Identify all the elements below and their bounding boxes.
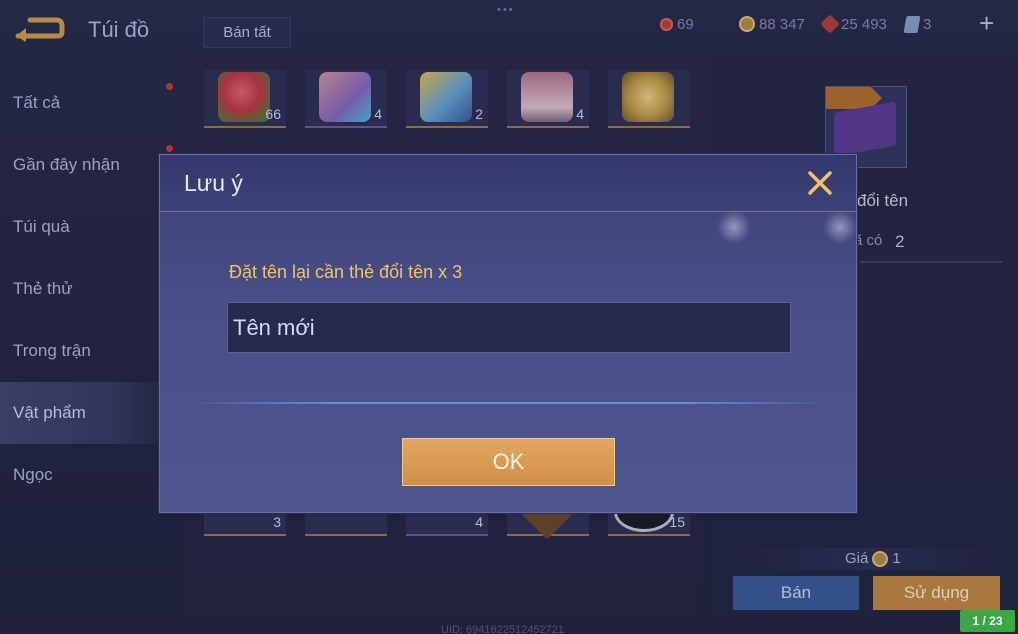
dialog-title: Lưu ý [184,170,243,196]
rename-requirement-text: Đặt tên lại cần thẻ đổi tên x 3 [229,262,463,282]
sparkle-icon [823,210,857,244]
dialog-header: Lưu ý [160,155,856,212]
ok-button[interactable]: OK [402,438,615,486]
new-name-input[interactable] [227,302,791,353]
close-icon[interactable] [806,169,834,197]
rename-dialog: Lưu ý Đặt tên lại cần thẻ đổi tên x 3 OK [159,154,857,513]
dialog-divider [202,402,815,404]
sparkle-icon [717,210,751,244]
page-counter: 1 / 23 [960,610,1015,632]
